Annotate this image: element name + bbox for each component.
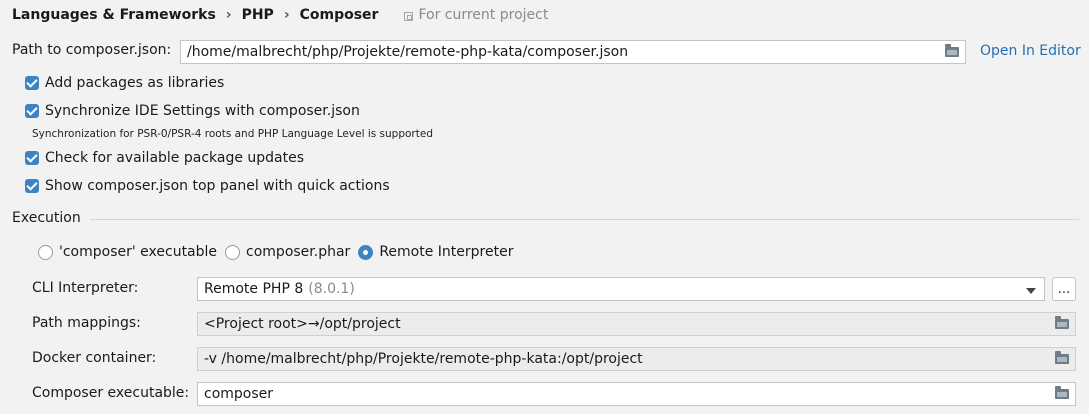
- folder-icon[interactable]: [1055, 316, 1069, 329]
- folder-icon[interactable]: [1055, 351, 1069, 364]
- composer-json-path-value: /home/malbrecht/php/Projekte/remote-php-…: [187, 44, 629, 60]
- breadcrumb-item-composer: Composer: [299, 7, 379, 23]
- cli-interpreter-more-button[interactable]: ...: [1052, 277, 1076, 301]
- composer-executable-label: Composer executable:: [32, 385, 190, 401]
- execution-section-title: Execution: [12, 210, 81, 226]
- sync-hint: Synchronization for PSR-0/PSR-4 roots an…: [32, 128, 433, 140]
- radio-unselected-icon[interactable]: [225, 244, 241, 260]
- radio-selected-icon[interactable]: [358, 244, 374, 260]
- radio-composer-phar[interactable]: composer.phar: [225, 244, 350, 260]
- radio-label: Remote Interpreter: [379, 244, 514, 260]
- checkbox-checked-icon[interactable]: [25, 179, 39, 193]
- docker-container-value: -v /home/malbrecht/php/Projekte/remote-p…: [204, 351, 643, 367]
- folder-icon[interactable]: [945, 44, 959, 57]
- sync-ide-checkbox[interactable]: Synchronize IDE Settings with composer.j…: [25, 101, 360, 121]
- project-scope-icon: [404, 11, 414, 21]
- cli-interpreter-value: Remote PHP 8: [204, 281, 304, 297]
- show-panel-label: Show composer.json top panel with quick …: [45, 178, 390, 194]
- show-panel-checkbox[interactable]: Show composer.json top panel with quick …: [25, 176, 390, 196]
- add-packages-label: Add packages as libraries: [45, 75, 225, 91]
- path-mappings-label: Path mappings:: [32, 315, 141, 331]
- execution-mode-radio-group: 'composer' executable composer.phar Remo…: [38, 244, 521, 260]
- breadcrumb-item-php[interactable]: PHP: [242, 7, 274, 23]
- chevron-down-icon[interactable]: [1026, 288, 1036, 294]
- breadcrumb-item-languages[interactable]: Languages & Frameworks: [12, 7, 216, 23]
- radio-remote-interpreter[interactable]: Remote Interpreter: [358, 244, 513, 260]
- section-divider: [90, 219, 1079, 220]
- cli-interpreter-label: CLI Interpreter:: [32, 280, 139, 296]
- radio-label: 'composer' executable: [59, 244, 218, 260]
- checkbox-checked-icon[interactable]: [25, 104, 39, 118]
- docker-container-field[interactable]: -v /home/malbrecht/php/Projekte/remote-p…: [197, 347, 1076, 371]
- composer-json-label: Path to composer.json:: [12, 42, 172, 58]
- breadcrumb-separator: ›: [225, 7, 232, 23]
- radio-unselected-icon[interactable]: [38, 244, 53, 260]
- folder-icon[interactable]: [1055, 386, 1069, 399]
- radio-composer-executable[interactable]: 'composer' executable: [38, 244, 217, 260]
- path-mappings-value: <Project root>→/opt/project: [204, 316, 401, 332]
- open-in-editor-link[interactable]: Open In Editor: [980, 43, 1081, 59]
- sync-ide-label: Synchronize IDE Settings with composer.j…: [45, 103, 360, 119]
- breadcrumb: Languages & Frameworks › PHP › Composer …: [12, 6, 548, 24]
- checkbox-checked-icon[interactable]: [25, 151, 39, 165]
- cli-interpreter-select[interactable]: Remote PHP 8 (8.0.1): [197, 277, 1045, 301]
- path-mappings-field[interactable]: <Project root>→/opt/project: [197, 312, 1076, 336]
- cli-interpreter-version: (8.0.1): [308, 281, 355, 297]
- breadcrumb-separator: ›: [283, 7, 290, 23]
- check-updates-checkbox[interactable]: Check for available package updates: [25, 148, 304, 168]
- check-updates-label: Check for available package updates: [45, 150, 305, 166]
- composer-executable-value: composer: [204, 386, 274, 402]
- checkbox-checked-icon[interactable]: [25, 76, 39, 90]
- radio-label: composer.phar: [246, 244, 351, 260]
- add-packages-checkbox[interactable]: Add packages as libraries: [25, 73, 224, 93]
- project-scope-indicator: For current project: [404, 7, 548, 23]
- docker-container-label: Docker container:: [32, 350, 157, 366]
- composer-json-path-input[interactable]: /home/malbrecht/php/Projekte/remote-php-…: [180, 40, 966, 64]
- project-scope-label: For current project: [418, 7, 549, 23]
- composer-executable-input[interactable]: composer: [197, 382, 1076, 406]
